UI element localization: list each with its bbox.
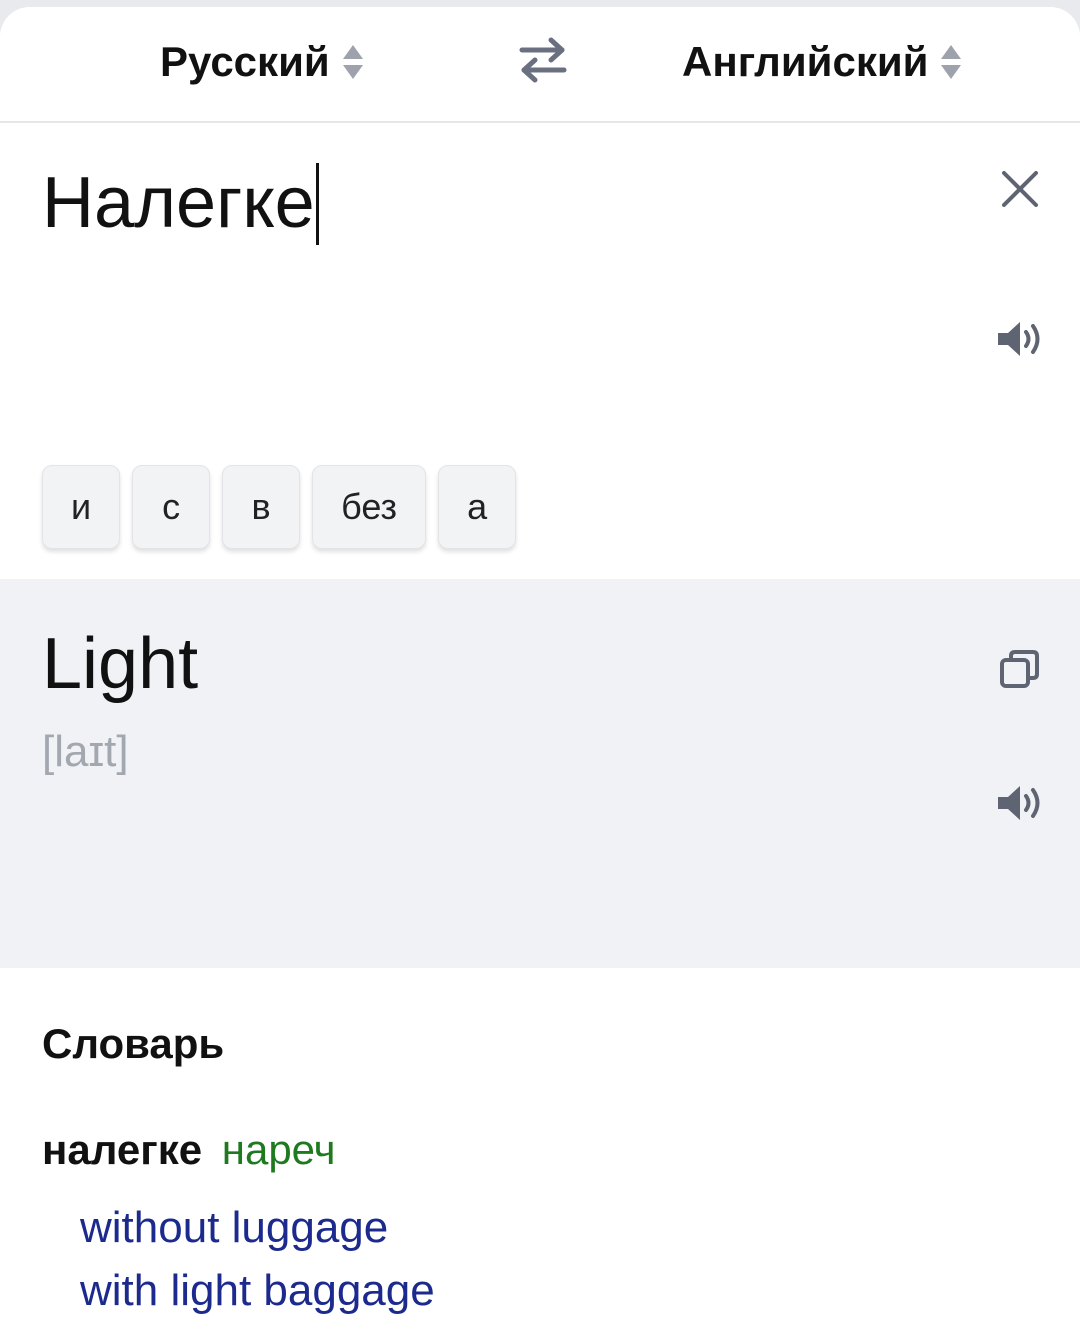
translation-text: Light (42, 624, 199, 704)
translation-output-area: Light [laɪt] (0, 579, 1080, 968)
source-language-selector[interactable]: Русский (160, 37, 364, 87)
source-text-input[interactable]: Налегке (42, 163, 319, 245)
source-input-area[interactable]: Налегке и с в без а (0, 123, 1080, 579)
suggestion-chip[interactable]: без (312, 465, 427, 549)
copy-icon[interactable] (998, 647, 1042, 691)
word-suggestions: и с в без а (42, 465, 517, 549)
up-down-caret-icon (342, 45, 363, 79)
dictionary-translation-link[interactable]: without luggage (80, 1203, 388, 1253)
part-of-speech: нареч (221, 1126, 336, 1173)
swap-arrows-icon[interactable] (518, 37, 568, 83)
language-bar: Русский Английский (0, 7, 1080, 123)
speaker-icon[interactable] (996, 783, 1044, 823)
dictionary-word: налегке (42, 1126, 203, 1173)
dictionary-translation-link[interactable]: with light baggage (80, 1266, 435, 1316)
up-down-caret-icon (941, 45, 962, 79)
target-language-label: Английский (682, 38, 929, 85)
suggestion-chip[interactable]: и (42, 465, 121, 549)
source-language-label: Русский (160, 38, 330, 85)
suggestion-chip[interactable]: а (438, 465, 517, 549)
transcription-text: [laɪt] (42, 727, 129, 776)
dictionary-section: Словарь налегке нареч without luggage wi… (0, 968, 1080, 1335)
translator-card: Русский Английский Налегке и с в без а L… (0, 7, 1080, 1335)
dictionary-title: Словарь (42, 1020, 225, 1067)
speaker-icon[interactable] (996, 319, 1044, 359)
close-icon[interactable] (998, 167, 1042, 211)
source-text: Налегке (42, 163, 315, 243)
dictionary-entry-header: налегке нареч (42, 1126, 336, 1174)
target-language-selector[interactable]: Английский (682, 37, 962, 87)
suggestion-chip[interactable]: в (222, 465, 301, 549)
suggestion-chip[interactable]: с (132, 465, 211, 549)
text-caret (315, 163, 319, 245)
